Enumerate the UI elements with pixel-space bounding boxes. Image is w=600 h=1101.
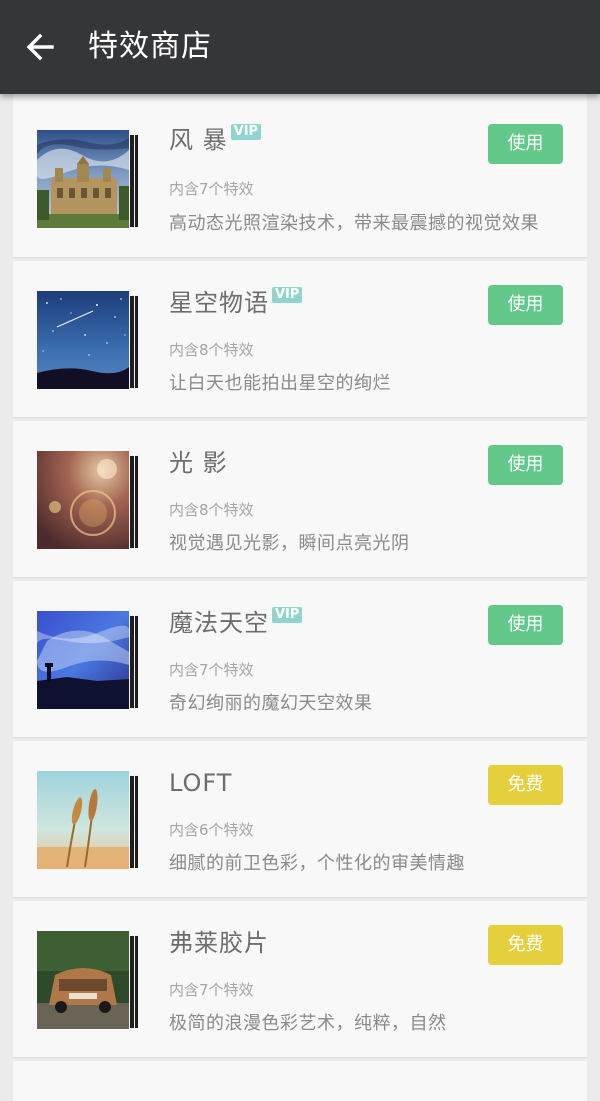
effect-name: 星空物语 [169,289,269,317]
use-button[interactable]: 使用 [488,285,563,325]
effect-description: 奇幻绚丽的魔幻天空效果 [169,693,373,714]
thumbnail-stack [37,130,145,228]
thumbnail-stack [37,291,145,389]
effect-description: 极简的浪漫色彩艺术，纯粹，自然 [169,1013,447,1034]
effect-name: 风 暴 [169,126,228,154]
back-button[interactable] [14,22,66,72]
effect-title-row: 魔法天空 VIP [169,607,303,639]
free-button[interactable]: 免费 [488,925,563,965]
effect-count: 内含7个特效 [169,180,254,198]
vip-badge: VIP [230,124,262,140]
starry-sky-image [37,291,129,389]
effect-card-magic-sky[interactable]: 魔法天空 VIP 内含7个特效 奇幻绚丽的魔幻天空效果 使用 [13,581,587,737]
light-flare-image [37,451,129,549]
thumbnail-stack [37,931,145,1029]
effect-count: 内含7个特效 [169,981,254,999]
use-button[interactable]: 使用 [488,124,563,164]
effect-title-row: 风 暴 VIP [169,124,262,156]
effect-card-fly-film[interactable]: 弗莱胶片 内含7个特效 极简的浪漫色彩艺术，纯粹，自然 免费 [13,901,587,1057]
effect-count: 内含8个特效 [169,341,254,359]
vip-badge: VIP [272,607,303,623]
effect-title-row: 星空物语 VIP [169,287,303,319]
effect-count: 内含8个特效 [169,501,254,519]
thumbnail-stack [37,451,145,549]
effect-title-row: 弗莱胶片 [169,927,269,959]
page-title: 特效商店 [88,29,212,64]
vip-badge: VIP [272,287,303,303]
free-button[interactable]: 免费 [488,765,563,805]
effect-title-row: 光 影 [169,447,228,479]
thumbnail-stack [37,771,145,869]
app-bar: 特效商店 [0,0,600,94]
use-button[interactable]: 使用 [488,445,563,485]
effect-name: LOFT [169,769,233,797]
effect-card-storm[interactable]: 风 暴 VIP 内含7个特效 高动态光照渲染技术，带来最震撼的视觉效果 使用 [13,94,587,257]
effect-name: 光 影 [169,449,228,477]
effect-card-light-shadow[interactable]: 光 影 内含8个特效 视觉遇见光影，瞬间点亮光阴 使用 [13,421,587,577]
effect-description: 视觉遇见光影，瞬间点亮光阴 [169,533,410,554]
effect-card-next[interactable] [13,1061,587,1101]
castle-storm-image [37,130,129,228]
effect-name: 弗莱胶片 [169,929,269,957]
effect-name: 魔法天空 [169,609,269,637]
effect-description: 高动态光照渲染技术，带来最震撼的视觉效果 [169,213,539,234]
effect-description: 让白天也能拍出星空的绚烂 [169,373,391,394]
magic-sky-image [37,611,129,709]
effect-title-row: LOFT [169,767,232,799]
thumbnail-stack [37,611,145,709]
effect-count: 内含6个特效 [169,821,254,839]
effect-card-starry-sky[interactable]: 星空物语 VIP 内含8个特效 让白天也能拍出星空的绚烂 使用 [13,261,587,417]
effect-list: 风 暴 VIP 内含7个特效 高动态光照渲染技术，带来最震撼的视觉效果 使用 星… [13,94,587,1101]
wheat-image [37,771,129,869]
effect-card-loft[interactable]: LOFT 内含6个特效 细腻的前卫色彩，个性化的审美情趣 免费 [13,741,587,897]
use-button[interactable]: 使用 [488,605,563,645]
effect-count: 内含7个特效 [169,661,254,679]
arrow-left-icon [25,32,55,62]
vintage-car-image [37,931,129,1029]
effect-description: 细腻的前卫色彩，个性化的审美情趣 [169,853,465,874]
